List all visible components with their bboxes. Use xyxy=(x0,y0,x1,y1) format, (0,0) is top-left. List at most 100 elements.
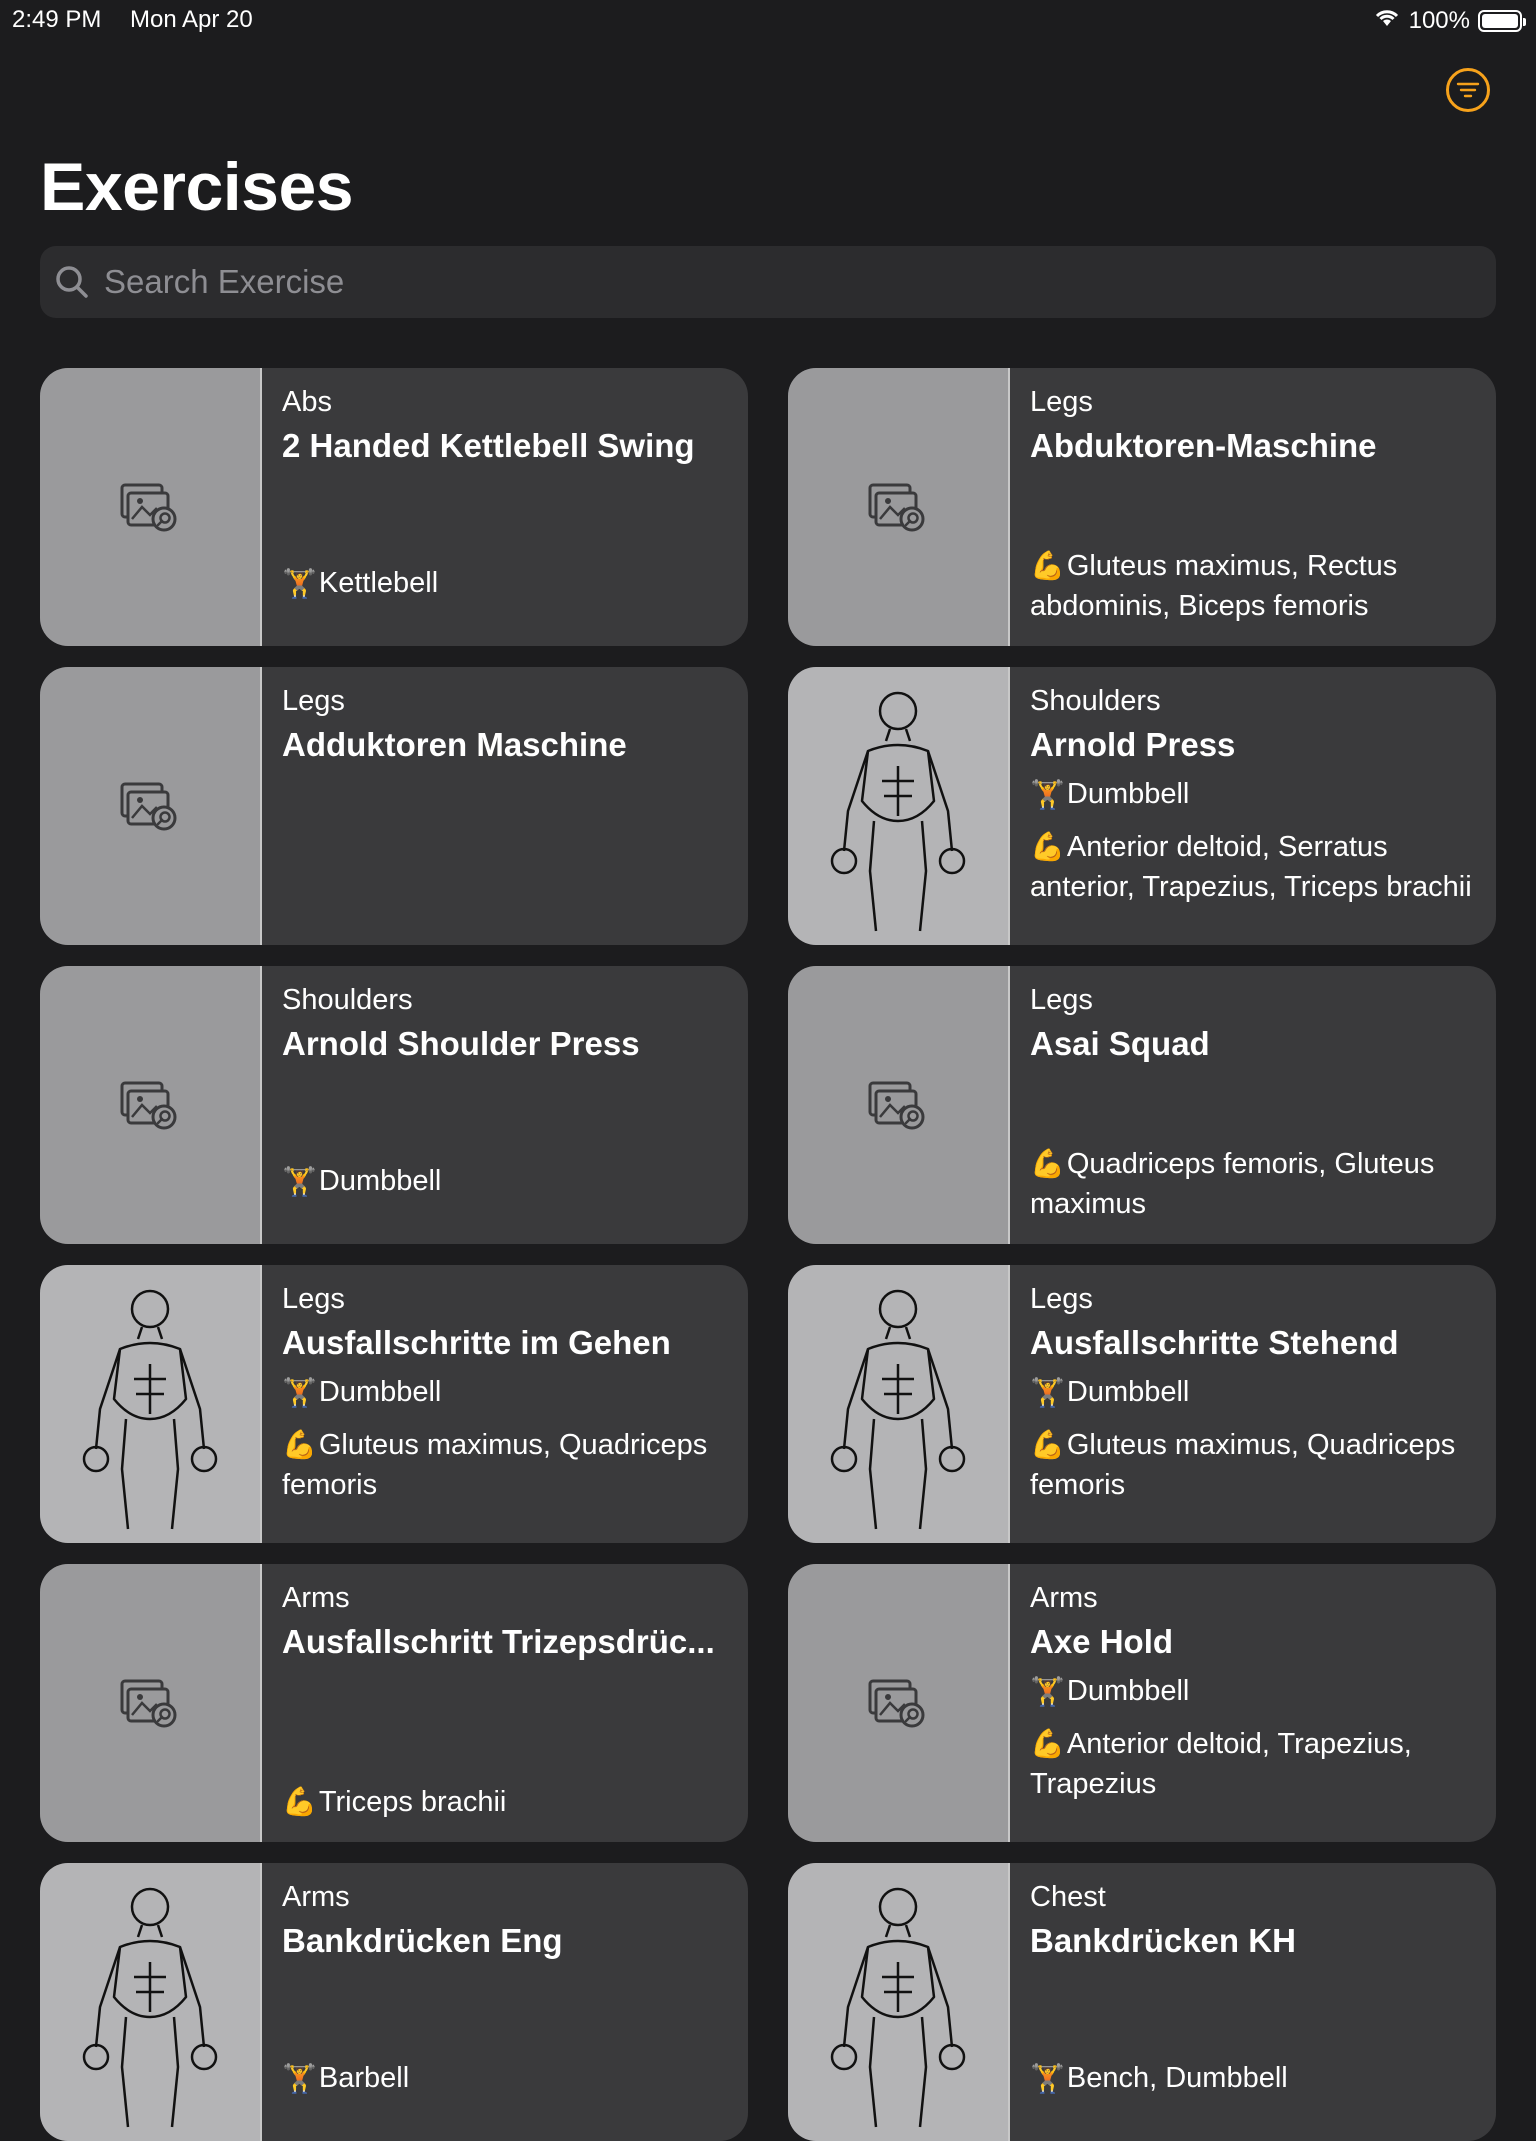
equipment-text: Barbell xyxy=(318,2062,410,2094)
image-placeholder-icon xyxy=(40,1564,262,1842)
exercise-name: Ausfallschritte Stehend xyxy=(1030,1324,1399,1361)
muscles-text: Gluteus maximus, Quadriceps femoris xyxy=(1030,1429,1456,1501)
exercise-muscles: 💪Triceps brachii xyxy=(282,1782,736,1822)
exercise-muscles: 💪Anterior deltoid, Trapezius, Trapezius xyxy=(1030,1724,1484,1804)
equipment-text: Dumbbell xyxy=(318,1376,442,1408)
exercise-card[interactable]: Legs Asai Squad 💪Quadriceps femoris, Glute… xyxy=(788,966,1496,1244)
exercise-category: Shoulders xyxy=(282,984,413,1016)
flexed-biceps-icon: 💪 xyxy=(1030,550,1065,581)
image-placeholder-icon xyxy=(788,966,1010,1244)
exercise-card[interactable]: Abs 2 Handed Kettlebell Swing 🏋 Kettlebell xyxy=(40,368,748,646)
exercise-category: Legs xyxy=(1030,1283,1093,1315)
image-placeholder-icon xyxy=(788,1564,1010,1842)
equipment-text: Dumbbell xyxy=(318,1165,442,1197)
exercise-name: Axe Hold xyxy=(1030,1623,1174,1660)
exercise-name: Adduktoren Maschine xyxy=(282,726,627,763)
exercise-name: Arnold Press xyxy=(1030,726,1236,763)
muscles-text: Gluteus maximus, Quadriceps femoris xyxy=(282,1429,708,1501)
exercise-category: Arms xyxy=(1030,1582,1098,1614)
exercise-card[interactable]: Chest Bankdrücken KH 🏋 Bench, Dumbbell xyxy=(788,1863,1496,2141)
flexed-biceps-icon: 💪 xyxy=(282,1429,317,1460)
exercise-info: Chest Bankdrücken KH 🏋 Bench, Dumbbell xyxy=(1010,1863,1496,2141)
flexed-biceps-icon: 💪 xyxy=(1030,1429,1065,1460)
weightlifter-icon: 🏋 xyxy=(1030,2063,1065,2094)
search-icon xyxy=(56,266,88,298)
exercise-category: Chest xyxy=(1030,1881,1106,1913)
exercise-name: Ausfallschritt Trizepsdrüc... xyxy=(282,1623,715,1660)
exercise-info: Shoulders Arnold Press 🏋 Dumbbell 💪Anterior … xyxy=(1010,667,1496,945)
exercise-info: Legs Abduktoren-Maschine 💪Gluteus maximus,… xyxy=(1010,368,1496,646)
exercise-muscles: 💪Gluteus maximus, Quadriceps femoris xyxy=(1030,1425,1484,1505)
exercise-equipment: 🏋 Dumbbell xyxy=(282,1376,736,1409)
exercise-category: Legs xyxy=(282,685,345,717)
exercise-equipment: 🏋 Kettlebell xyxy=(282,567,736,600)
image-placeholder-icon xyxy=(40,667,262,945)
exercise-illustration xyxy=(788,1863,1010,2141)
exercise-card[interactable]: Legs Ausfallschritte Stehend 🏋 Dumbbell 💪Glu… xyxy=(788,1265,1496,1543)
exercise-category: Legs xyxy=(1030,984,1093,1016)
exercise-name: Bankdrücken Eng xyxy=(282,1922,563,1959)
exercise-category: Legs xyxy=(282,1283,345,1315)
equipment-text: Kettlebell xyxy=(318,567,439,599)
exercise-category: Arms xyxy=(282,1881,350,1913)
image-placeholder-icon xyxy=(788,368,1010,646)
exercise-card[interactable]: Legs Ausfallschritte im Gehen 🏋 Dumbbell 💪Gl… xyxy=(40,1265,748,1543)
battery-percent: 100% xyxy=(1408,6,1470,34)
exercise-info: Legs Adduktoren Maschine xyxy=(262,667,748,945)
equipment-text: Dumbbell xyxy=(1066,778,1190,810)
exercise-name: Abduktoren-Maschine xyxy=(1030,427,1377,464)
flexed-biceps-icon: 💪 xyxy=(282,1786,317,1817)
exercise-name: Asai Squad xyxy=(1030,1025,1210,1062)
exercise-info: Legs Ausfallschritte Stehend 🏋 Dumbbell 💪Glu… xyxy=(1010,1265,1496,1543)
exercise-info: Arms Axe Hold 🏋 Dumbbell 💪Anterior deltoid, … xyxy=(1010,1564,1496,1842)
exercise-card[interactable]: Shoulders Arnold Press 🏋 Dumbbell 💪Anterior … xyxy=(788,667,1496,945)
exercise-card[interactable]: Arms Ausfallschritt Trizepsdrüc... 💪Tricep… xyxy=(40,1564,748,1842)
muscles-text: Gluteus maximus, Rectus abdominis, Bicep… xyxy=(1030,550,1398,622)
exercise-muscles: 💪Gluteus maximus, Rectus abdominis, Bice… xyxy=(1030,546,1484,626)
exercise-illustration xyxy=(40,1863,262,2141)
exercise-card[interactable]: Legs Adduktoren Maschine xyxy=(40,667,748,945)
equipment-text: Dumbbell xyxy=(1066,1675,1190,1707)
image-placeholder-icon xyxy=(40,966,262,1244)
exercise-equipment: 🏋 Bench, Dumbbell xyxy=(1030,2062,1484,2095)
flexed-biceps-icon: 💪 xyxy=(1030,1728,1065,1759)
exercise-equipment: 🏋 Dumbbell xyxy=(1030,1376,1484,1409)
exercise-info: Legs Asai Squad 💪Quadriceps femoris, Glute… xyxy=(1010,966,1496,1244)
weightlifter-icon: 🏋 xyxy=(1030,1377,1065,1408)
exercise-equipment: 🏋 Dumbbell xyxy=(1030,778,1484,811)
muscles-text: Triceps brachii xyxy=(318,1786,507,1818)
muscles-text: Anterior deltoid, Trapezius, Trapezius xyxy=(1030,1728,1412,1800)
exercise-info: Shoulders Arnold Shoulder Press 🏋 Dumbbell xyxy=(262,966,748,1244)
filter-button[interactable] xyxy=(1446,68,1490,112)
exercise-muscles: 💪Quadriceps femoris, Gluteus maximus xyxy=(1030,1144,1484,1224)
exercise-category: Shoulders xyxy=(1030,685,1161,717)
wifi-icon xyxy=(1373,6,1401,35)
exercise-name: 2 Handed Kettlebell Swing xyxy=(282,427,695,464)
weightlifter-icon: 🏋 xyxy=(1030,779,1065,810)
exercise-card[interactable]: Legs Abduktoren-Maschine 💪Gluteus maximus,… xyxy=(788,368,1496,646)
exercise-equipment: 🏋 Dumbbell xyxy=(1030,1675,1484,1708)
exercise-card[interactable]: Arms Axe Hold 🏋 Dumbbell 💪Anterior deltoid, … xyxy=(788,1564,1496,1842)
exercise-illustration xyxy=(40,1265,262,1543)
exercise-muscles: 💪Anterior deltoid, Serratus anterior, Tr… xyxy=(1030,827,1484,907)
equipment-text: Bench, Dumbbell xyxy=(1066,2062,1288,2094)
exercise-info: Abs 2 Handed Kettlebell Swing 🏋 Kettlebell xyxy=(262,368,748,646)
exercise-equipment: 🏋 Barbell xyxy=(282,2062,736,2095)
exercise-illustration xyxy=(788,1265,1010,1543)
exercise-info: Arms Ausfallschritt Trizepsdrüc... 💪Tricep… xyxy=(262,1564,748,1842)
exercise-illustration xyxy=(788,667,1010,945)
search-bar[interactable] xyxy=(40,246,1496,318)
status-bar: 2:49 PM Mon Apr 20 100% xyxy=(0,0,1536,40)
exercise-muscles: 💪Gluteus maximus, Quadriceps femoris xyxy=(282,1425,736,1505)
weightlifter-icon: 🏋 xyxy=(282,1166,317,1197)
exercise-card[interactable]: Shoulders Arnold Shoulder Press 🏋 Dumbbell xyxy=(40,966,748,1244)
exercise-card[interactable]: Arms Bankdrücken Eng 🏋 Barbell xyxy=(40,1863,748,2141)
image-placeholder-icon xyxy=(40,368,262,646)
search-input[interactable] xyxy=(102,262,1406,302)
exercise-equipment: 🏋 Dumbbell xyxy=(282,1165,736,1198)
